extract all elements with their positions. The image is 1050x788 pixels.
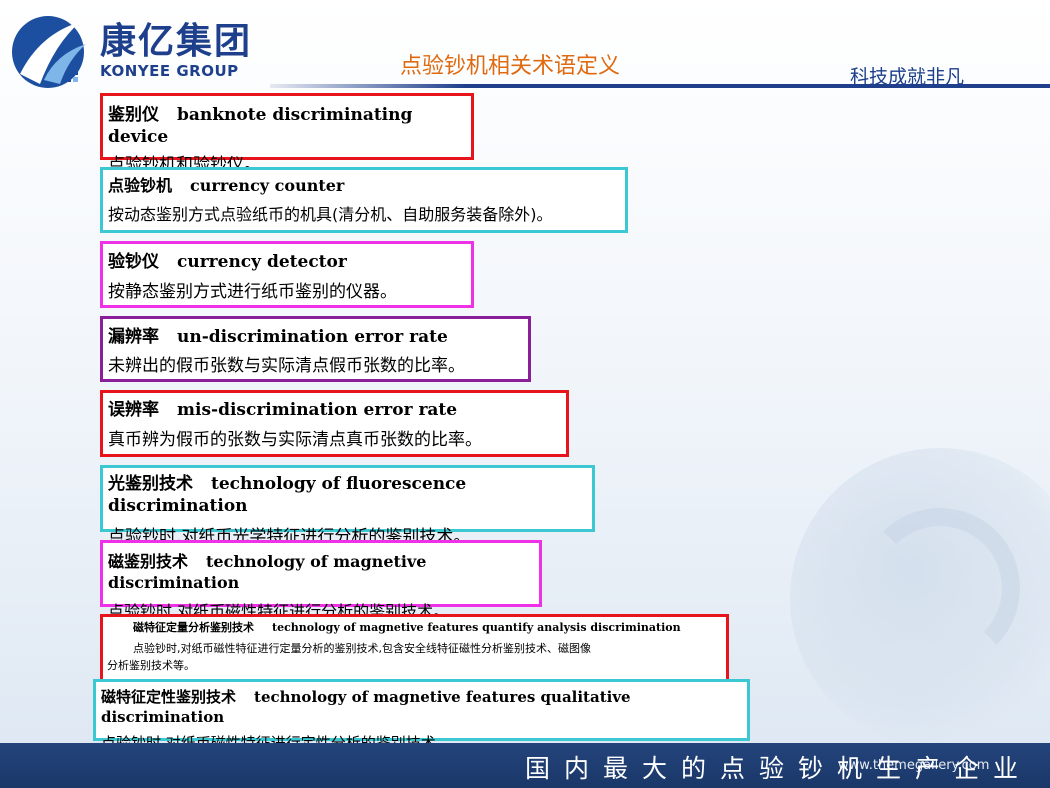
- term-cn: 验钞仪: [108, 252, 159, 272]
- term-en: technology of magnetive features quantif…: [272, 621, 681, 634]
- term-en: un-discrimination error rate: [177, 327, 448, 347]
- watermark-text: www.themegallery.com: [838, 758, 990, 773]
- term-description: 按动态鉴别方式点验纸币的机具(清分机、自助服务装备除外)。: [108, 204, 553, 224]
- background-decoration-ring: [860, 508, 1020, 668]
- definition-box: 鉴别仪 banknote discriminating device 点验钞机和验…: [100, 93, 474, 175]
- term-cn: 光鉴别技术: [108, 474, 193, 494]
- definition-box: 误辨率 mis-discrimination error rate 真币辨为假币的…: [100, 390, 569, 457]
- page-title: 点验钞机相关术语定义: [400, 54, 621, 79]
- definition-box: 漏辨率 un-discrimination error rate 未辨出的假币张数…: [100, 316, 531, 382]
- term-en: currency counter: [190, 176, 345, 195]
- term-description: 按静态鉴别方式进行纸币鉴别的仪器。: [108, 282, 397, 303]
- term-description: 点验钞时,对纸币磁性特征进行定量分析的鉴别技术,包含安全线特征磁性分析鉴别技术、…: [133, 642, 591, 656]
- header: 康亿集团 KONYEE GROUP 点验钞机相关术语定义 科技成就非凡: [0, 0, 1050, 92]
- definition-box: 点验钞机 currency counter 按动态鉴别方式点验纸币的机具(清分机、…: [100, 167, 628, 233]
- konyee-logo-icon: [12, 16, 86, 88]
- term-en: mis-discrimination error rate: [177, 400, 458, 420]
- term-description: 未辨出的假币张数与实际清点假币张数的比率。: [108, 356, 465, 377]
- term-cn: 漏辨率: [108, 327, 159, 347]
- term-cn: 磁特征定性鉴别技术: [101, 688, 237, 706]
- logo-english-name: KONYEE GROUP: [100, 62, 239, 80]
- term-cn: 点验钞机: [108, 176, 173, 195]
- definition-box: 磁特征定量分析鉴别技术 technology of magnetive featu…: [100, 614, 729, 682]
- logo-chinese-name: 康亿集团: [100, 21, 253, 62]
- term-cn: 磁特征定量分析鉴别技术: [133, 621, 254, 634]
- term-cn: 误辨率: [108, 400, 159, 420]
- definition-box: 磁鉴别技术 technology of magnetive discriminat…: [100, 540, 542, 621]
- term-description: 真币辨为假币的张数与实际清点真币张数的比率。: [108, 430, 482, 451]
- definition-box: 光鉴别技术 technology of fluorescence discrimi…: [100, 465, 595, 547]
- definition-box: 磁特征定性鉴别技术 technology of magnetive feature…: [93, 679, 750, 752]
- definition-box: 验钞仪 currency detector 按静态鉴别方式进行纸币鉴别的仪器。: [100, 241, 474, 308]
- term-cn: 鉴别仪: [108, 105, 159, 125]
- term-description-continued: 分析鉴别技术等。: [107, 658, 195, 672]
- term-cn: 磁鉴别技术: [108, 552, 189, 571]
- term-en: currency detector: [177, 252, 347, 272]
- header-divider: [270, 84, 1050, 88]
